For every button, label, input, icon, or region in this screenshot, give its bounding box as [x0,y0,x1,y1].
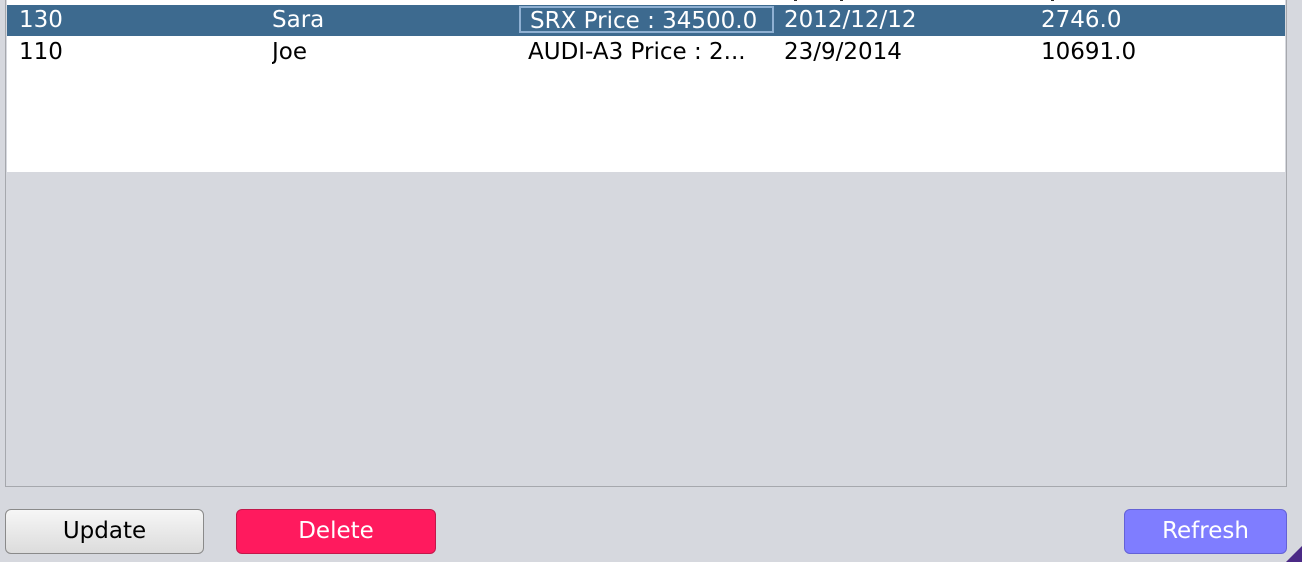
delete-button[interactable]: Delete [236,509,436,554]
table-rows-area[interactable]: 130 Sara SRX Price : 34500.0 2012/12/12 … [7,0,1285,172]
text-fragment [794,0,797,1]
orders-table[interactable]: 130 Sara SRX Price : 34500.0 2012/12/12 … [5,0,1287,487]
table-row-partial[interactable] [7,0,1285,4]
table-row-selected[interactable]: 130 Sara SRX Price : 34500.0 2012/12/12 … [7,5,1285,36]
cell-id: 130 [19,7,63,33]
update-button[interactable]: Update [5,509,204,554]
cell-id: 110 [19,39,63,65]
cell-car-focused[interactable]: SRX Price : 34500.0 [519,6,774,33]
cell-total: 10691.0 [1041,39,1137,65]
table-row[interactable]: 110 Joe AUDI-A3 Price : 2... 23/9/2014 1… [7,36,1285,68]
cell-total: 2746.0 [1041,7,1122,33]
cell-car: AUDI-A3 Price : 2... [528,39,746,65]
window-corner-decoration [1286,542,1302,562]
cell-name: Joe [272,39,308,65]
text-fragment [1051,0,1054,1]
cell-date: 2012/12/12 [784,7,917,33]
cell-name: Sara [272,7,325,33]
text-fragment [840,0,843,1]
refresh-button[interactable]: Refresh [1124,509,1287,554]
cell-date: 23/9/2014 [784,39,902,65]
